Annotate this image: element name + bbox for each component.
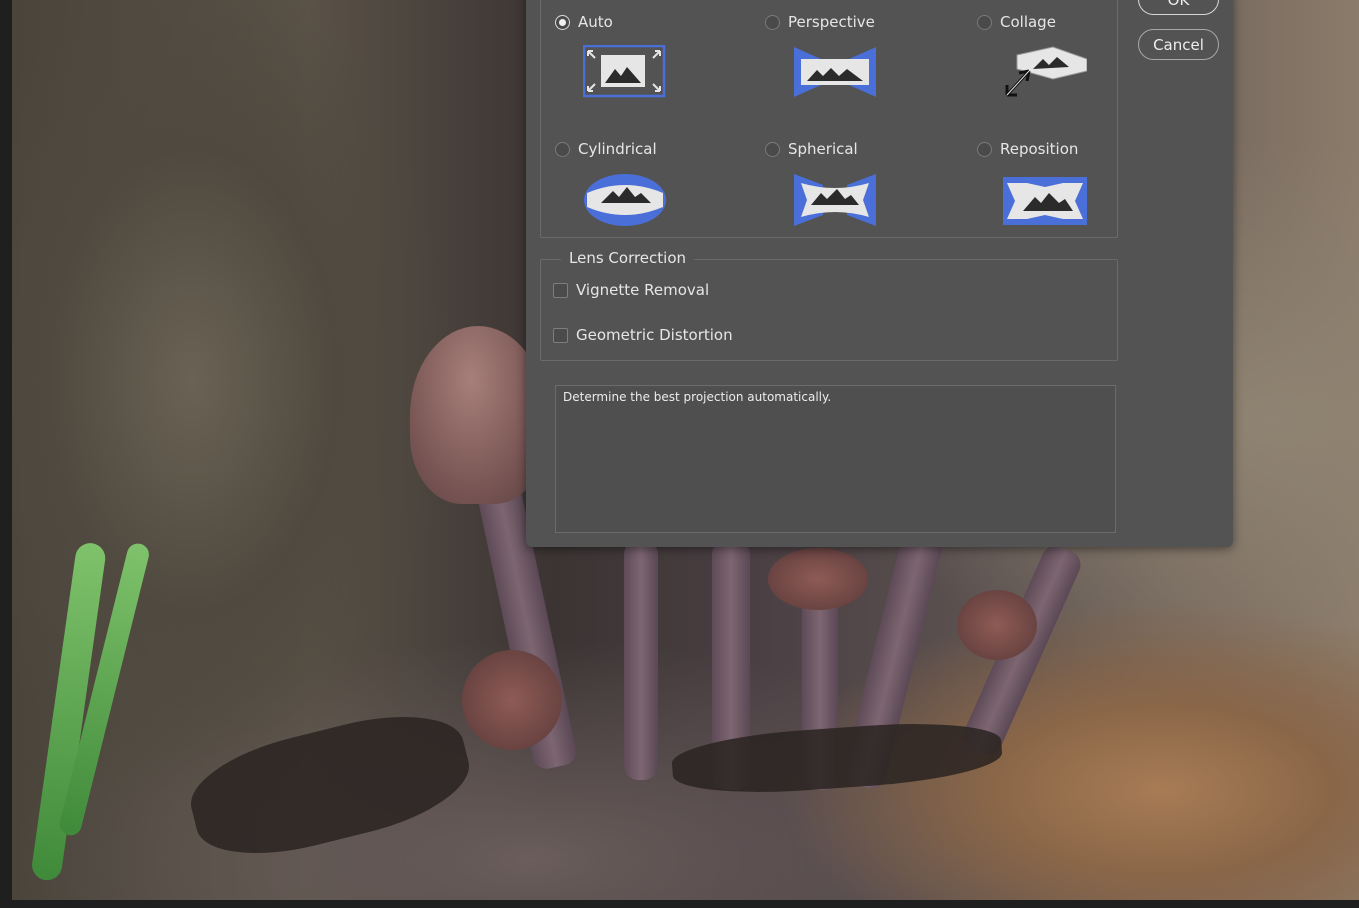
description-box: Determine the best projection automatica… bbox=[555, 385, 1116, 533]
photomerge-dialog: Auto Perspective Collage Cylindrical Sph… bbox=[526, 0, 1233, 547]
geometric-distortion-option[interactable]: Geometric Distortion bbox=[553, 326, 733, 344]
perspective-option[interactable]: Perspective bbox=[765, 13, 875, 31]
cylindrical-layout-icon[interactable] bbox=[583, 173, 667, 227]
perspective-layout-icon[interactable] bbox=[793, 45, 877, 99]
auto-option[interactable]: Auto bbox=[555, 13, 613, 31]
collage-label: Collage bbox=[1000, 13, 1056, 31]
spherical-radio[interactable] bbox=[765, 141, 780, 157]
lens-correction-group: Lens Correction Vignette Removal Geometr… bbox=[540, 249, 1118, 361]
spherical-layout-icon[interactable] bbox=[793, 173, 877, 227]
description-text: Determine the best projection automatica… bbox=[563, 390, 832, 404]
layout-group: Auto Perspective Collage Cylindrical Sph… bbox=[540, 0, 1118, 238]
perspective-radio[interactable] bbox=[765, 14, 780, 30]
mushroom-cap bbox=[957, 590, 1037, 660]
mushroom-stem bbox=[624, 540, 658, 780]
vignette-removal-checkbox[interactable] bbox=[553, 282, 568, 298]
mushroom-cap bbox=[768, 548, 868, 610]
collage-layout-icon[interactable] bbox=[1003, 45, 1087, 99]
auto-radio[interactable] bbox=[555, 14, 570, 30]
debris bbox=[180, 697, 480, 873]
lens-correction-title: Lens Correction bbox=[561, 249, 695, 267]
reposition-label: Reposition bbox=[1000, 140, 1079, 158]
spherical-label: Spherical bbox=[788, 140, 858, 158]
geometric-distortion-checkbox[interactable] bbox=[553, 327, 568, 343]
auto-label: Auto bbox=[578, 13, 613, 31]
auto-layout-icon[interactable] bbox=[583, 45, 667, 99]
vignette-removal-option[interactable]: Vignette Removal bbox=[553, 281, 709, 299]
spherical-option[interactable]: Spherical bbox=[765, 140, 858, 158]
reposition-option[interactable]: Reposition bbox=[977, 140, 1078, 158]
cylindrical-label: Cylindrical bbox=[578, 140, 657, 158]
collage-radio[interactable] bbox=[977, 14, 992, 30]
ok-button[interactable]: OK bbox=[1138, 0, 1219, 15]
reposition-radio[interactable] bbox=[977, 141, 992, 157]
cylindrical-radio[interactable] bbox=[555, 141, 570, 157]
cancel-button[interactable]: Cancel bbox=[1138, 29, 1219, 60]
geometric-distortion-label: Geometric Distortion bbox=[576, 326, 733, 344]
collage-option[interactable]: Collage bbox=[977, 13, 1056, 31]
vignette-removal-label: Vignette Removal bbox=[576, 281, 710, 299]
reposition-layout-icon[interactable] bbox=[1003, 173, 1087, 227]
mushroom-cap bbox=[462, 650, 562, 750]
cylindrical-option[interactable]: Cylindrical bbox=[555, 140, 657, 158]
perspective-label: Perspective bbox=[788, 13, 875, 31]
